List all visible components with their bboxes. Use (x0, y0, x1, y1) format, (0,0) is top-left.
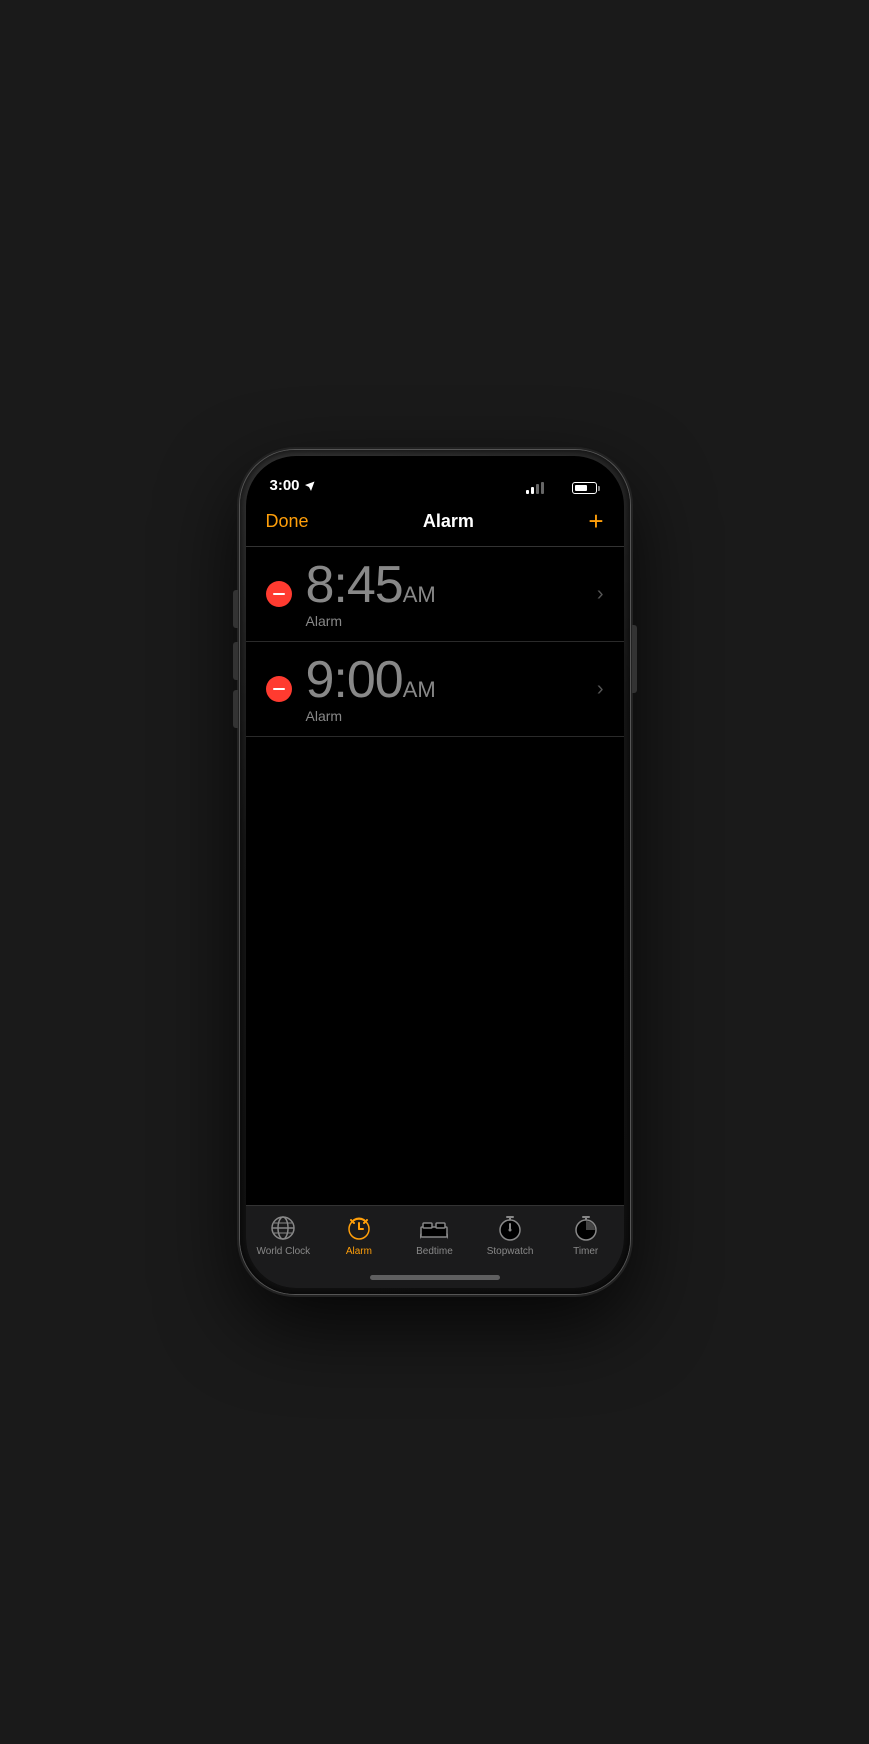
delete-alarm-button[interactable] (266, 676, 292, 702)
alarm-label: Alarm (306, 613, 589, 629)
alarm-info: 9:00AM Alarm (306, 654, 589, 724)
alarm-time-display: 9:00AM (306, 654, 589, 706)
alarm-tab-icon (345, 1214, 373, 1242)
alarm-ampm: AM (403, 677, 436, 702)
tab-bedtime[interactable]: Bedtime (397, 1214, 473, 1257)
navigation-bar: Done Alarm + (246, 500, 624, 547)
timer-label: Timer (573, 1246, 598, 1257)
add-alarm-button[interactable]: + (588, 508, 603, 534)
chevron-right-icon: › (597, 583, 604, 606)
signal-icon (526, 482, 544, 494)
world-clock-icon (269, 1214, 297, 1242)
bedtime-icon (420, 1214, 448, 1242)
tab-alarm[interactable]: Alarm (321, 1214, 397, 1257)
stopwatch-icon (496, 1214, 524, 1242)
tab-timer[interactable]: Timer (548, 1214, 624, 1257)
bedtime-label: Bedtime (416, 1246, 453, 1257)
wifi-icon (550, 482, 566, 494)
phone-screen: 3:00 (246, 456, 624, 1288)
alarm-ampm: AM (403, 582, 436, 607)
location-icon (304, 480, 316, 492)
page-title: Alarm (423, 511, 474, 532)
tab-stopwatch[interactable]: Stopwatch (472, 1214, 548, 1257)
battery-icon (572, 482, 600, 494)
alarm-item[interactable]: 9:00AM Alarm › (246, 642, 624, 737)
home-indicator (370, 1275, 500, 1280)
time-display: 3:00 (270, 477, 300, 494)
timer-icon (572, 1214, 600, 1242)
done-button[interactable]: Done (266, 511, 309, 532)
alarm-label: Alarm (306, 708, 589, 724)
alarm-hour-min: 8:45 (306, 556, 403, 614)
alarm-time-display: 8:45AM (306, 559, 589, 611)
world-clock-label: World Clock (256, 1246, 310, 1257)
status-icons (526, 482, 600, 494)
status-time: 3:00 (270, 477, 316, 494)
alarm-tab-label: Alarm (346, 1246, 372, 1257)
phone-frame: 3:00 (240, 450, 630, 1294)
alarm-info: 8:45AM Alarm (306, 559, 589, 629)
tab-world-clock[interactable]: World Clock (246, 1214, 322, 1257)
stopwatch-label: Stopwatch (487, 1246, 534, 1257)
delete-alarm-button[interactable] (266, 581, 292, 607)
alarm-list: 8:45AM Alarm › 9:00AM Alarm › (246, 547, 624, 1205)
alarm-hour-min: 9:00 (306, 651, 403, 709)
notch (357, 456, 512, 486)
chevron-right-icon: › (597, 678, 604, 701)
alarm-item[interactable]: 8:45AM Alarm › (246, 547, 624, 642)
